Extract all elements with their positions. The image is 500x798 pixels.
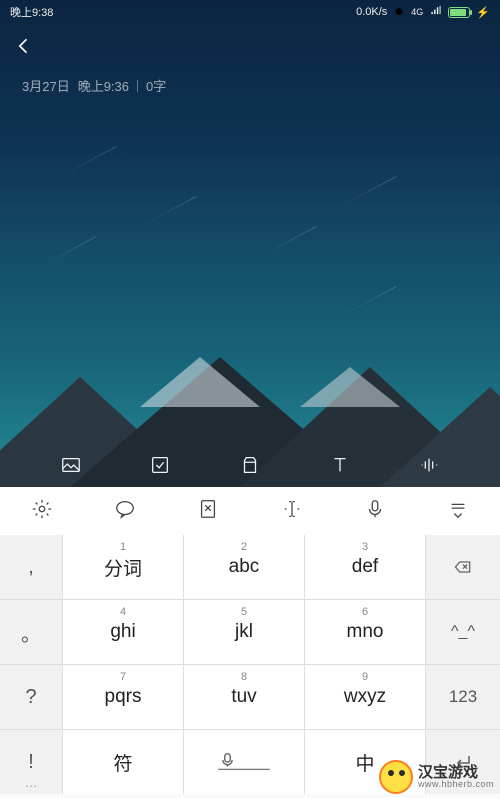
punct-question[interactable]: ? [0, 665, 62, 729]
key-1[interactable]: 1分词 [63, 535, 183, 599]
checklist-icon[interactable] [149, 454, 171, 481]
meta-separator [137, 80, 138, 92]
key-9[interactable]: 9wxyz [305, 665, 425, 729]
status-signal-label: 4G [411, 7, 423, 17]
key-2[interactable]: 2abc [184, 535, 304, 599]
status-net-speed: 0.0K/s [356, 6, 387, 18]
lang-key[interactable]: 中 [305, 730, 425, 794]
backspace-key[interactable] [426, 535, 500, 599]
keyboard-grid: , 1分词 2abc 3def 。 4ghi 5jkl 6mno ^_^ ? 7… [0, 535, 500, 794]
status-bar: 晚上9:38 0.0K/s 4G ⚡ [0, 0, 500, 24]
enter-key[interactable] [426, 730, 500, 794]
key-5[interactable]: 5jkl [184, 600, 304, 664]
microphone-icon[interactable] [364, 498, 386, 525]
alarm-off-icon [393, 5, 405, 20]
editor-toolbar [0, 448, 500, 486]
note-meta: 3月27日 晚上9:36 0字 [22, 76, 166, 95]
keyboard-top-row [0, 487, 500, 535]
emoji-key[interactable]: ^_^ [426, 600, 500, 664]
voice-wave-icon[interactable] [418, 454, 440, 481]
back-button[interactable] [14, 36, 34, 62]
collapse-icon[interactable] [447, 498, 469, 525]
clipboard-icon[interactable] [239, 454, 261, 481]
charging-icon: ⚡ [476, 6, 490, 19]
key-6[interactable]: 6mno [305, 600, 425, 664]
gear-icon[interactable] [31, 498, 53, 525]
numeric-key[interactable]: 123 [426, 665, 500, 729]
symbol-key[interactable]: 符 [63, 730, 183, 794]
space-key[interactable] [184, 730, 304, 794]
note-word-count: 0字 [146, 76, 166, 95]
battery-icon [448, 7, 470, 18]
keyboard: , 1分词 2abc 3def 。 4ghi 5jkl 6mno ^_^ ? 7… [0, 487, 500, 798]
image-icon[interactable] [60, 454, 82, 481]
text-style-icon[interactable] [329, 454, 351, 481]
key-8[interactable]: 8tuv [184, 665, 304, 729]
status-time: 晚上9:38 [10, 4, 53, 20]
key-4[interactable]: 4ghi [63, 600, 183, 664]
punct-comma[interactable]: , [0, 535, 62, 599]
note-date: 3月27日 [22, 76, 70, 95]
note-time: 晚上9:36 [78, 76, 129, 95]
punct-period[interactable]: 。 [0, 600, 62, 664]
clipboard-cut-icon[interactable] [197, 498, 219, 525]
speech-icon[interactable] [114, 498, 136, 525]
cursor-icon[interactable] [281, 498, 303, 525]
key-3[interactable]: 3def [305, 535, 425, 599]
signal-icon [429, 5, 442, 19]
key-7[interactable]: 7pqrs [63, 665, 183, 729]
punct-exclaim[interactable]: ! … [0, 730, 62, 794]
